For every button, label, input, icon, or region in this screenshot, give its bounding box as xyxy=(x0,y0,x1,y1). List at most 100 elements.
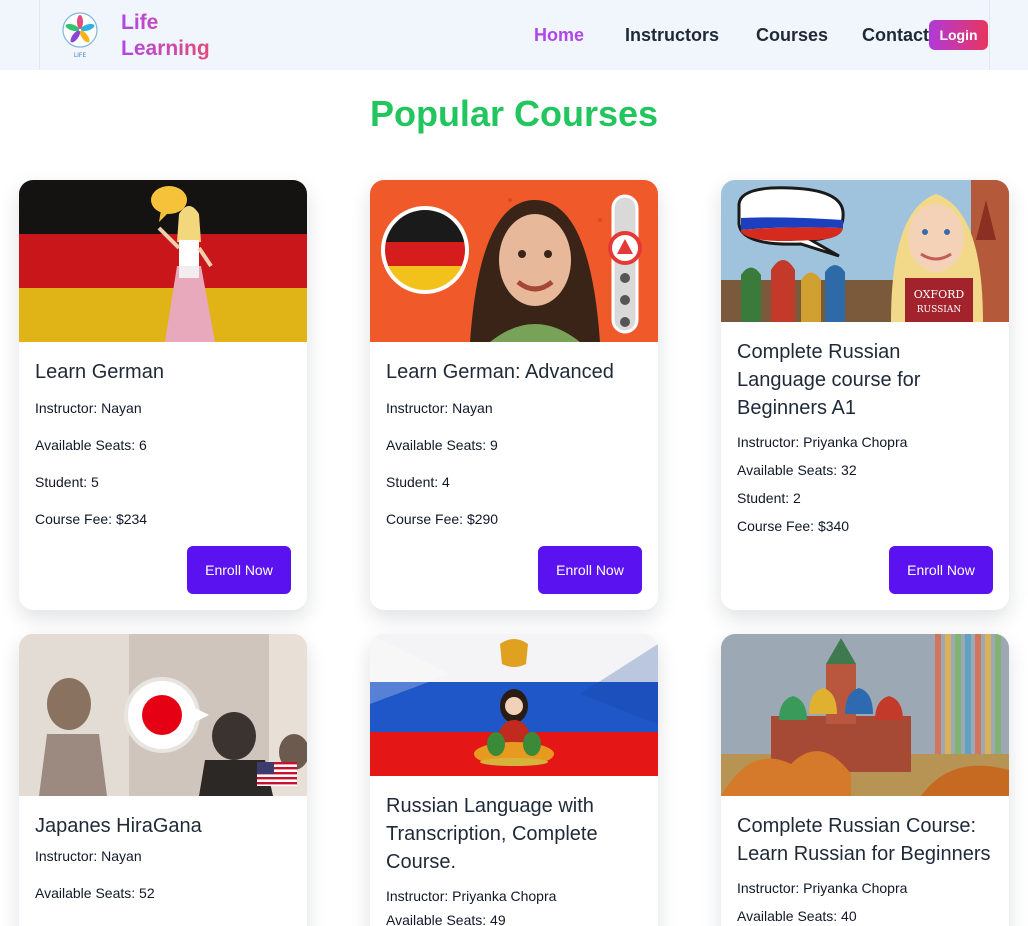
course-body: Learn German: Advanced Instructor: Nayan… xyxy=(370,342,658,527)
nav-link-courses[interactable]: Courses xyxy=(756,24,828,46)
svg-text:LIFE: LIFE xyxy=(74,52,87,59)
students-line: Student: 2 xyxy=(737,490,993,518)
seats-label: Available Seats: xyxy=(737,462,838,478)
seats-label: Available Seats: xyxy=(35,437,136,453)
instructor-name: Priyanka Chopra xyxy=(803,434,908,450)
brand-line-2: Learning xyxy=(121,37,210,60)
nav-link-instructors[interactable]: Instructors xyxy=(625,24,719,46)
fee-line: Course Fee: $290 xyxy=(386,511,642,527)
course-card: Learn German Instructor: Nayan Available… xyxy=(19,180,307,610)
russia-flag-matryoshka-photo-icon xyxy=(370,634,658,776)
course-title: Learn German: Advanced xyxy=(386,361,614,383)
germany-flag-woman-photo-icon xyxy=(19,180,307,342)
enroll-button[interactable]: Enroll Now xyxy=(889,546,993,594)
nav-link-home[interactable]: Home xyxy=(534,24,584,46)
fee-label: Course Fee: xyxy=(737,518,815,534)
russia-flag-kremlin-photo-icon: OXFORD RUSSIAN xyxy=(721,180,1009,322)
students-value: 4 xyxy=(442,474,450,490)
instructor-name: Nayan xyxy=(101,848,142,864)
course-title: Russian Language with Transcription, Com… xyxy=(386,795,598,873)
students-label: Student: xyxy=(35,474,88,490)
seats-label: Available Seats: xyxy=(35,885,136,901)
logo-icon[interactable]: LIFE xyxy=(60,8,102,62)
course-image xyxy=(721,634,1009,796)
fee-label: Course Fee: xyxy=(35,511,113,527)
fee-line: Course Fee: $234 xyxy=(35,511,291,527)
instructor-line: Instructor: Nayan xyxy=(35,400,291,437)
course-body: Japanes HiraGana Instructor: Nayan Avail… xyxy=(19,796,307,901)
seats-value: 32 xyxy=(841,462,857,478)
instructor-label: Instructor: xyxy=(737,880,800,896)
seats-line: Available Seats: 9 xyxy=(386,437,642,474)
seats-label: Available Seats: xyxy=(386,437,487,453)
instructor-name: Nayan xyxy=(101,400,142,416)
seats-label: Available Seats: xyxy=(386,912,487,926)
course-image xyxy=(19,634,307,796)
course-card: Japanes HiraGana Instructor: Nayan Avail… xyxy=(19,634,307,926)
students-value: 2 xyxy=(793,490,801,506)
seats-value: 49 xyxy=(490,912,506,926)
fee-value: $234 xyxy=(115,511,148,527)
instructor-line: Instructor: Priyanka Chopra xyxy=(737,434,993,462)
login-button[interactable]: Login xyxy=(929,20,988,50)
course-body: Learn German Instructor: Nayan Available… xyxy=(19,342,307,527)
seats-label: Available Seats: xyxy=(737,908,838,924)
enroll-button[interactable]: Enroll Now xyxy=(538,546,642,594)
seats-line: Available Seats: 49 xyxy=(386,912,642,926)
navbar: LIFE Life Learning Home Instructors Cour… xyxy=(0,0,1028,70)
navbar-container: LIFE Life Learning Home Instructors Cour… xyxy=(39,0,990,70)
fee-line: Course Fee: $340 xyxy=(737,518,993,534)
students-value: 5 xyxy=(91,474,99,490)
students-line: Student: 5 xyxy=(35,474,291,511)
moscow-cathedral-photo-icon xyxy=(721,634,1009,796)
course-body: Complete Russian Language course for Beg… xyxy=(721,322,1009,534)
fee-value: $290 xyxy=(466,511,499,527)
instructor-label: Instructor: xyxy=(386,400,449,416)
course-card: Russian Language with Transcription, Com… xyxy=(370,634,658,926)
instructor-name: Nayan xyxy=(452,400,493,416)
course-image xyxy=(370,634,658,776)
seats-line: Available Seats: 52 xyxy=(35,885,291,901)
seats-value: 40 xyxy=(841,908,857,924)
course-title: Complete Russian Course: Learn Russian f… xyxy=(737,815,991,865)
course-title: Complete Russian Language course for Beg… xyxy=(737,341,921,419)
course-image xyxy=(19,180,307,342)
fee-label: Course Fee: xyxy=(386,511,464,527)
brand-line-1: Life xyxy=(121,11,159,34)
svg-text:OXFORD: OXFORD xyxy=(914,288,965,301)
section-title: Popular Courses xyxy=(369,93,659,134)
students-label: Student: xyxy=(386,474,439,490)
seats-line: Available Seats: 40 xyxy=(737,908,993,924)
german-teacher-photo-icon xyxy=(370,180,658,342)
instructor-name: Priyanka Chopra xyxy=(803,880,908,896)
seats-value: 9 xyxy=(490,437,498,453)
seats-line: Available Seats: 6 xyxy=(35,437,291,474)
course-title: Japanes HiraGana xyxy=(35,815,202,837)
seats-value: 52 xyxy=(139,885,155,901)
course-title: Learn German xyxy=(35,361,164,383)
instructor-name: Priyanka Chopra xyxy=(452,888,557,904)
instructor-line: Instructor: Nayan xyxy=(386,400,642,437)
enroll-button[interactable]: Enroll Now xyxy=(187,546,291,594)
instructor-line: Instructor: Priyanka Chopra xyxy=(737,880,993,908)
students-label: Student: xyxy=(737,490,790,506)
instructor-label: Instructor: xyxy=(737,434,800,450)
svg-text:RUSSIAN: RUSSIAN xyxy=(917,305,962,315)
course-body: Russian Language with Transcription, Com… xyxy=(370,776,658,926)
fee-value: $340 xyxy=(817,518,850,534)
course-body: Complete Russian Course: Learn Russian f… xyxy=(721,796,1009,924)
seats-line: Available Seats: 32 xyxy=(737,462,993,490)
course-card: Complete Russian Course: Learn Russian f… xyxy=(721,634,1009,926)
brand-name[interactable]: Life Learning xyxy=(121,10,210,62)
instructor-label: Instructor: xyxy=(35,848,98,864)
japan-flag-classroom-photo-icon xyxy=(19,634,307,796)
course-card: OXFORD RUSSIAN Complete Russian Language… xyxy=(721,180,1009,610)
nav-link-contact[interactable]: Contact xyxy=(862,24,929,46)
seats-value: 6 xyxy=(139,437,147,453)
instructor-line: Instructor: Nayan xyxy=(35,848,291,885)
course-image: OXFORD RUSSIAN xyxy=(721,180,1009,322)
instructor-label: Instructor: xyxy=(386,888,449,904)
students-line: Student: 4 xyxy=(386,474,642,511)
course-image xyxy=(370,180,658,342)
instructor-label: Instructor: xyxy=(35,400,98,416)
